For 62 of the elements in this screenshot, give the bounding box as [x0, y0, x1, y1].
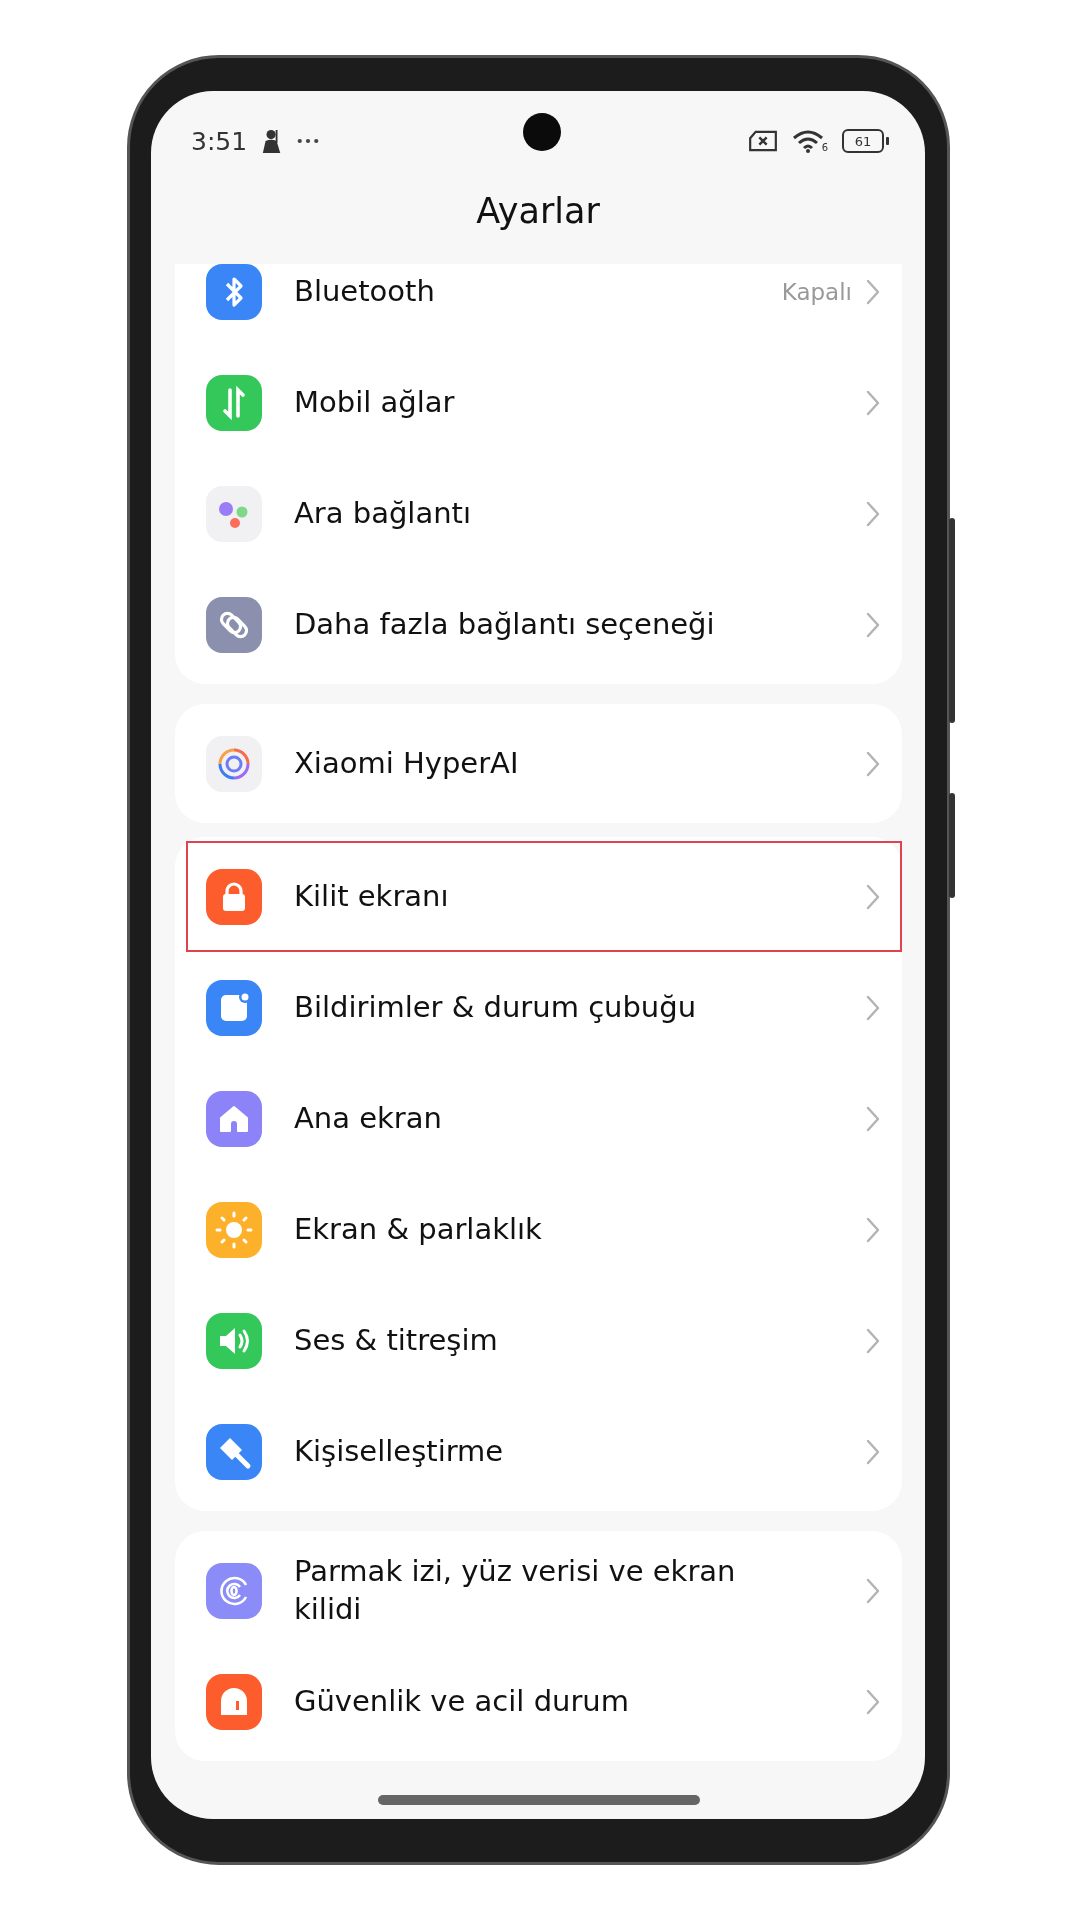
- settings-item[interactable]: Parmak izi, yüz verisi ve ekran kilidi: [175, 1535, 902, 1646]
- item-label: Kilit ekranı: [294, 877, 450, 915]
- link-icon: [206, 596, 262, 653]
- chevron-icon: [866, 994, 880, 1021]
- swirl-icon: [206, 735, 262, 792]
- more-icon: [297, 138, 320, 144]
- settings-item[interactable]: Güvenlik ve acil durum: [175, 1646, 902, 1757]
- item-label: Parmak izi, yüz verisi ve ekran kilidi: [294, 1552, 737, 1628]
- wifi-icon: [791, 129, 824, 153]
- item-label: Kişiselleştirme: [294, 1432, 505, 1470]
- sun-icon: [206, 1201, 262, 1258]
- arrows-icon: [206, 374, 262, 431]
- sim-icon: [747, 130, 778, 152]
- wifi-number: 6: [821, 142, 828, 153]
- settings-item[interactable]: Ana ekran: [175, 1063, 902, 1174]
- settings-item[interactable]: Xiaomi HyperAI: [175, 708, 902, 819]
- side-button[interactable]: [949, 518, 955, 723]
- item-label: Ara bağlantı: [294, 494, 472, 532]
- item-label: Bildirimler & durum çubuğu: [294, 988, 698, 1026]
- fingerprint-icon: [206, 1562, 262, 1619]
- chevron-icon: [866, 1327, 880, 1354]
- settings-item[interactable]: Kişiselleştirme: [175, 1396, 902, 1507]
- side-button[interactable]: [949, 793, 955, 898]
- notification-icon: [206, 979, 262, 1036]
- camera-hole: [523, 113, 561, 151]
- home-indicator[interactable]: [378, 1795, 700, 1805]
- item-label: Bluetooth: [294, 272, 436, 310]
- chevron-icon: [866, 750, 880, 777]
- settings-item[interactable]: Ara bağlantı: [175, 458, 902, 569]
- chevron-icon: [866, 500, 880, 527]
- speaker-icon: [206, 1312, 262, 1369]
- item-label: Güvenlik ve acil durum: [294, 1682, 630, 1720]
- page-title: Ayarlar: [475, 190, 601, 233]
- settings-item[interactable]: Bildirimler & durum çubuğu: [175, 952, 902, 1063]
- settings-item[interactable]: Daha fazla bağlantı seçeneği: [175, 569, 902, 680]
- settings-item[interactable]: Bluetooth Kapalı: [175, 264, 902, 347]
- settings-item[interactable]: Ses & titreşim: [175, 1285, 902, 1396]
- chevron-icon: [866, 1105, 880, 1132]
- chevron-icon: [866, 389, 880, 416]
- item-label: Ana ekran: [294, 1099, 443, 1137]
- chevron-icon: [866, 1688, 880, 1715]
- item-label: Mobil ağlar: [294, 383, 456, 421]
- settings-item[interactable]: Mobil ağlar: [175, 347, 902, 458]
- chevron-icon: [866, 1438, 880, 1465]
- item-label: Ses & titreşim: [294, 1321, 499, 1359]
- status-time: 3:51: [191, 126, 248, 156]
- dots-icon: [206, 485, 262, 542]
- home-icon: [206, 1090, 262, 1147]
- chevron-icon: [866, 883, 880, 910]
- chevron-icon: [866, 1577, 880, 1604]
- settings-item[interactable]: Kilit ekranı: [175, 841, 902, 952]
- settings-item[interactable]: Ekran & parlaklık: [175, 1174, 902, 1285]
- brush-icon: [206, 1423, 262, 1480]
- alarm-icon: [206, 1673, 262, 1730]
- chevron-icon: [866, 1216, 880, 1243]
- chevron-icon: [866, 611, 880, 638]
- lock-icon: [206, 868, 262, 925]
- item-label: Xiaomi HyperAI: [294, 744, 520, 782]
- item-label: Ekran & parlaklık: [294, 1210, 543, 1248]
- item-value: Kapalı: [781, 278, 852, 305]
- chevron-icon: [866, 278, 880, 305]
- item-label: Daha fazla bağlantı seçeneği: [294, 605, 716, 643]
